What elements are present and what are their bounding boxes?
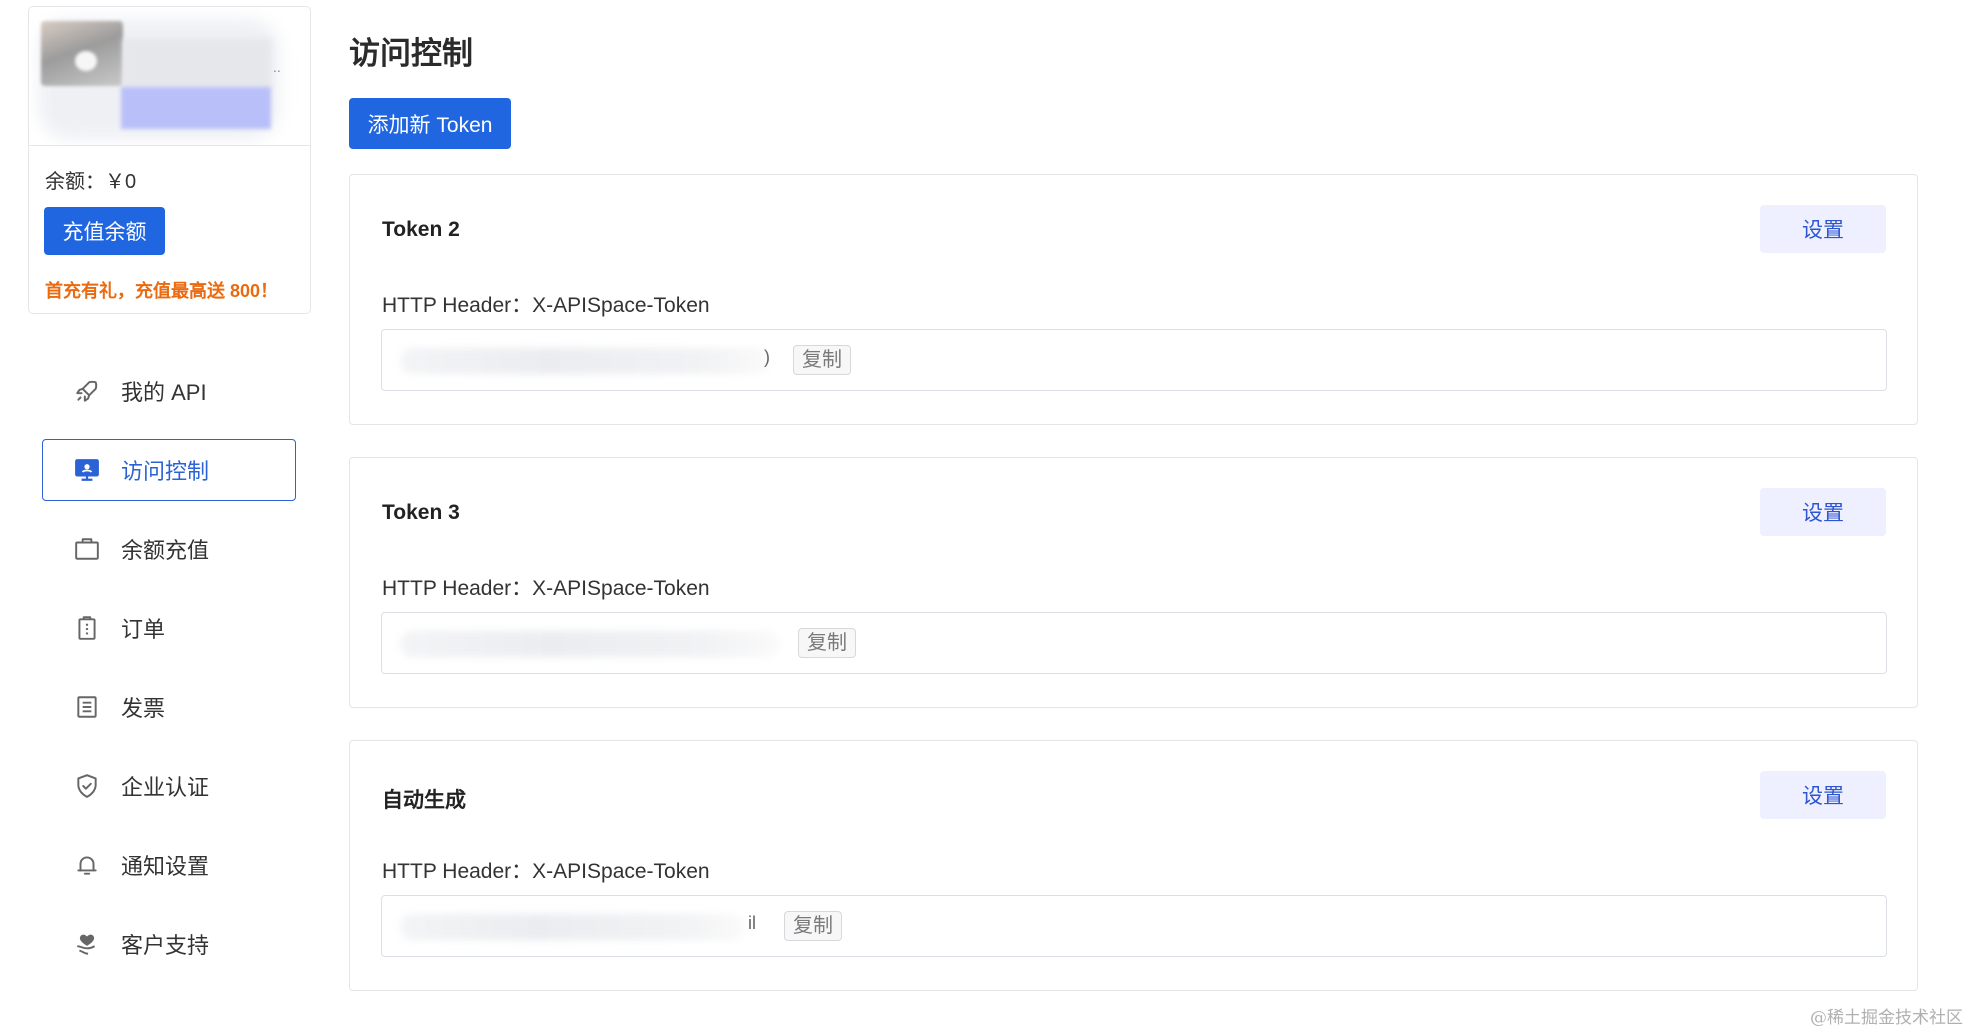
http-header-text: HTTP Header：X-APISpace-Token — [382, 577, 710, 600]
sidebar-nav: 我的 API 访问控制 余额充值 订单 发票 企业认证 通知设置 客户支持 — [42, 360, 296, 992]
copy-button[interactable]: 复制 — [793, 345, 851, 375]
sidebar-item-label: 企业认证 — [121, 775, 210, 800]
sidebar-item-label: 余额充值 — [121, 538, 210, 563]
sidebar-item-enterprise-auth[interactable]: 企业认证 — [42, 755, 296, 817]
token-card: Token 2 设置 HTTP Header：X-APISpace-Token … — [349, 174, 1918, 425]
sidebar-item-label: 访问控制 — [121, 459, 210, 484]
token-settings-button[interactable]: 设置 — [1760, 205, 1886, 253]
monitor-icon — [73, 456, 101, 484]
recharge-button[interactable]: 充值余额 — [44, 207, 165, 255]
sidebar-item-my-api[interactable]: 我的 API — [42, 360, 296, 422]
promo-text: 首充有礼，充值最高送 800！ — [45, 281, 279, 301]
sidebar-item-label: 我的 API — [121, 380, 207, 405]
watermark-text: @稀土掘金技术社区 — [1810, 1008, 1963, 1028]
token-settings-button[interactable]: 设置 — [1760, 771, 1886, 819]
shield-icon — [73, 772, 101, 800]
sidebar-item-access-control[interactable]: 访问控制 — [42, 439, 296, 501]
sidebar-item-label: 通知设置 — [121, 854, 210, 879]
sidebar-item-label: 客户支持 — [121, 933, 210, 958]
token-card: 自动生成 设置 HTTP Header：X-APISpace-Token il … — [349, 740, 1918, 991]
page-title: 访问控制 — [349, 36, 473, 71]
avatar[interactable] — [41, 21, 123, 86]
sidebar-item-label: 订单 — [121, 617, 166, 642]
heart-hand-icon — [73, 930, 101, 958]
sidebar-item-support[interactable]: 客户支持 — [42, 913, 296, 975]
token-value-redacted — [400, 914, 745, 940]
token-value-field[interactable]: ) 复制 — [381, 329, 1887, 391]
http-header-text: HTTP Header：X-APISpace-Token — [382, 860, 710, 883]
page: .. 余额：￥0 充值余额 首充有礼，充值最高送 800！ 我的 API 访问控… — [0, 0, 1969, 1032]
sidebar-item-notifications[interactable]: 通知设置 — [42, 834, 296, 896]
add-token-button[interactable]: 添加新 Token — [349, 98, 511, 149]
token-value-tail: ) — [764, 347, 770, 367]
token-name: Token 3 — [382, 501, 460, 524]
account-card: .. 余额：￥0 充值余额 首充有礼，充值最高送 800！ — [28, 6, 311, 314]
token-value-redacted — [400, 631, 780, 657]
sidebar-item-invoice[interactable]: 发票 — [42, 676, 296, 738]
token-value-field[interactable]: il 复制 — [381, 895, 1887, 957]
bell-icon — [73, 851, 101, 879]
sidebar-item-orders[interactable]: 订单 — [42, 597, 296, 659]
rocket-icon — [73, 377, 101, 405]
token-value-tail: il — [748, 913, 756, 933]
token-value-field[interactable]: 复制 — [381, 612, 1887, 674]
http-header-text: HTTP Header：X-APISpace-Token — [382, 294, 710, 317]
sidebar-item-label: 发票 — [121, 696, 166, 721]
copy-button[interactable]: 复制 — [784, 911, 842, 941]
token-value-redacted — [400, 348, 770, 374]
wallet-icon — [73, 535, 101, 563]
clipboard-icon — [73, 614, 101, 642]
token-name: 自动生成 — [382, 789, 466, 812]
token-settings-button[interactable]: 设置 — [1760, 488, 1886, 536]
token-card: Token 3 设置 HTTP Header：X-APISpace-Token … — [349, 457, 1918, 708]
profile-area: .. — [29, 7, 310, 146]
username-blur — [123, 39, 271, 89]
ellipsis-text: .. — [273, 59, 281, 75]
invoice-icon — [73, 693, 101, 721]
copy-button[interactable]: 复制 — [798, 628, 856, 658]
balance-text: 余额：￥0 — [45, 171, 137, 193]
sidebar-item-recharge[interactable]: 余额充值 — [42, 518, 296, 580]
token-name: Token 2 — [382, 218, 460, 241]
user-badge-blur — [121, 87, 271, 129]
